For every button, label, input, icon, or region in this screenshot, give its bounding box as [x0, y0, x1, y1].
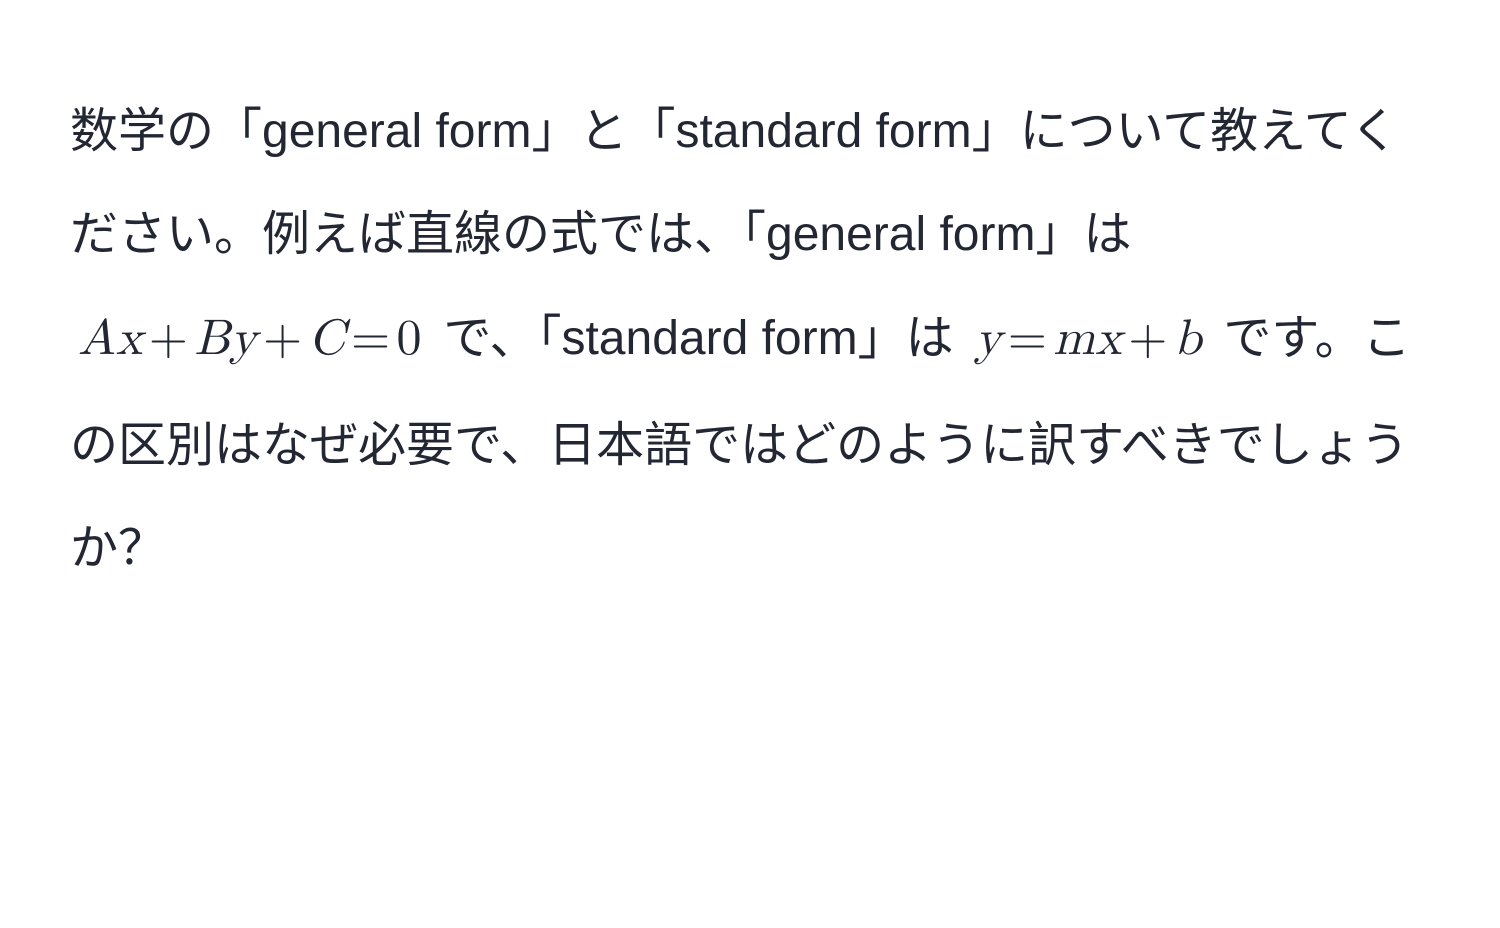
- var-x: x: [1095, 314, 1122, 364]
- equation-standard-form: y=mx+b: [967, 314, 1210, 364]
- var-y: y: [975, 314, 1002, 364]
- var-y: y: [230, 314, 257, 364]
- op-equals: =: [345, 314, 396, 364]
- op-plus: +: [257, 314, 308, 364]
- var-x: x: [116, 314, 143, 364]
- equation-general-form: Ax+By+C=0: [70, 314, 430, 364]
- op-plus: +: [1122, 314, 1173, 364]
- var-A: A: [78, 314, 116, 364]
- var-B: B: [194, 314, 230, 364]
- text-run-1: 数学の「general form」と「standard form」について教えて…: [70, 105, 1398, 261]
- op-equals: =: [1002, 314, 1053, 364]
- num-zero: 0: [397, 314, 423, 364]
- text-run-2: で、「standard form」は: [430, 312, 967, 365]
- op-plus: +: [143, 314, 194, 364]
- var-m: m: [1053, 314, 1095, 364]
- var-b: b: [1174, 314, 1202, 364]
- document-body: 数学の「general form」と「standard form」について教えて…: [0, 0, 1500, 600]
- var-C: C: [309, 314, 346, 364]
